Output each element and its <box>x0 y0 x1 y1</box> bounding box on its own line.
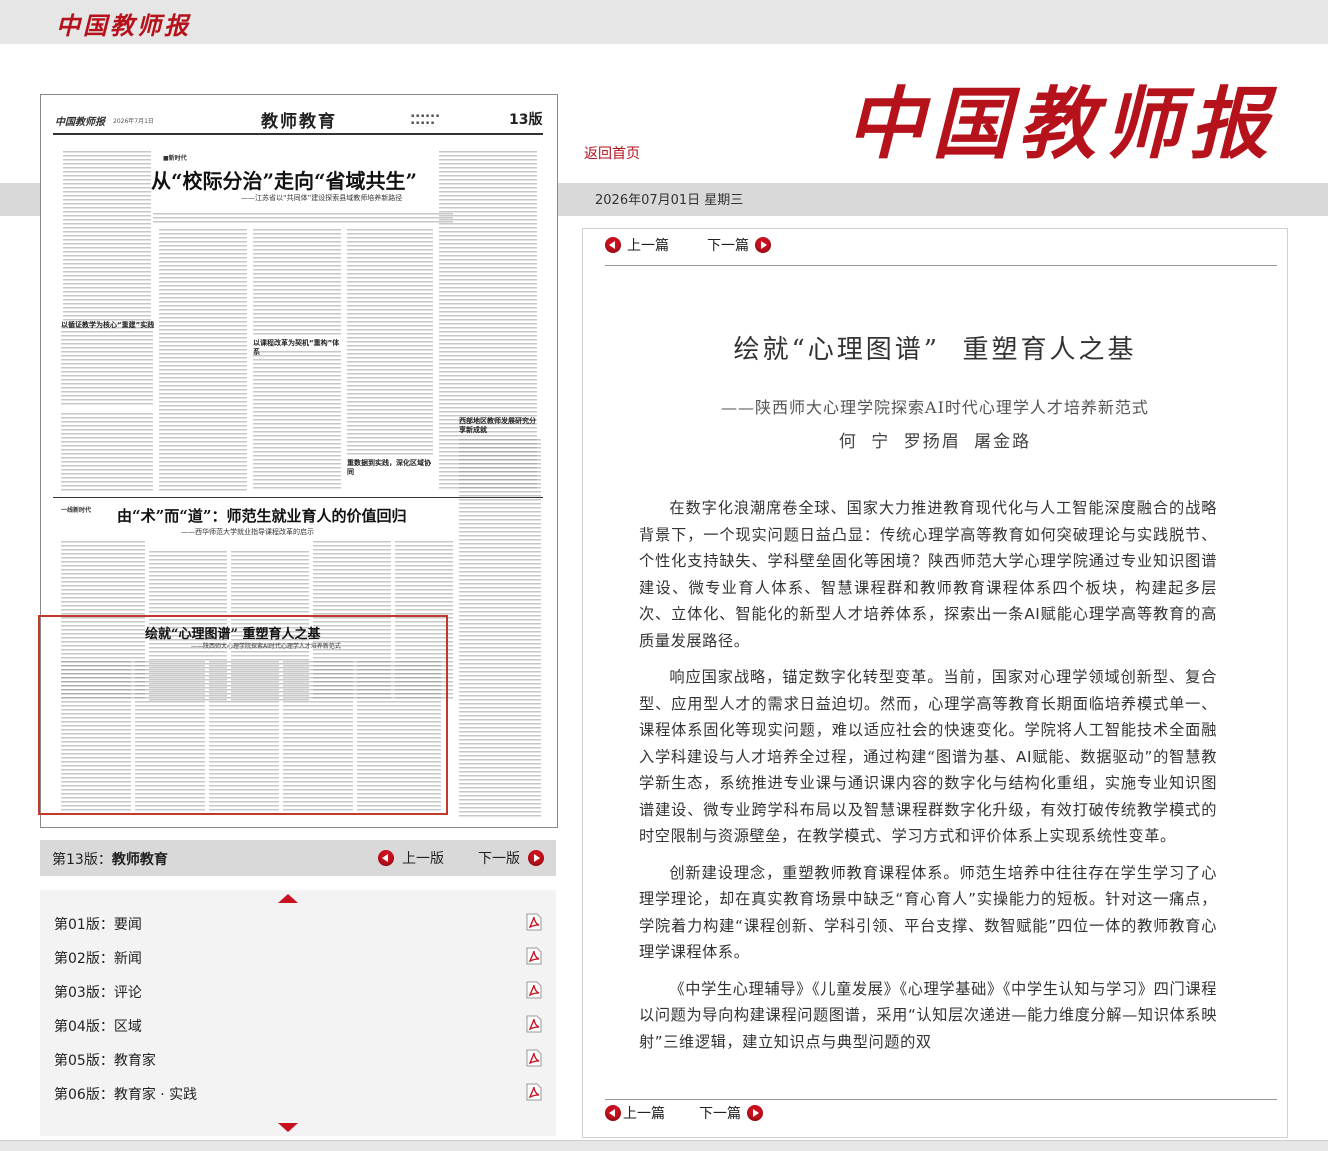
left-arrow-icon <box>605 1105 621 1121</box>
next-article-button[interactable]: 下一篇 <box>707 235 771 255</box>
paper-tag: ■新时代 <box>163 155 187 162</box>
article-subtitle: ——陕西师大心理学院探索AI时代心理学人才培养新范式 <box>721 398 1149 417</box>
left-arrow-icon <box>605 237 621 253</box>
current-edition: 第13版：教师教育 <box>52 849 168 869</box>
prev-article-button-bottom[interactable]: 上一篇 <box>605 1103 665 1123</box>
text-column <box>347 229 433 455</box>
paper-date: 2026年7月1日 <box>113 118 154 125</box>
edition-list-item[interactable]: 第02版：新闻 <box>54 948 142 968</box>
text-block <box>153 213 453 225</box>
paper-tag: 一线新时代 <box>61 507 92 514</box>
home-link[interactable]: 返回首页 <box>584 143 640 163</box>
edition-pager: 第13版：教师教育 上一版 下一版 <box>40 840 556 876</box>
next-article-button-bottom[interactable]: 下一篇 <box>699 1103 763 1123</box>
article-paragraph: 创新建设理念，重塑教师教育课程体系。师范生培养中往往存在学生学习了心理学理论，却… <box>639 863 1217 962</box>
selected-article-highlight[interactable] <box>38 615 448 815</box>
pdf-icon[interactable] <box>526 913 542 931</box>
next-article-label: 下一篇 <box>699 1106 741 1122</box>
paper-headline-2-sub: ——西华师范大学就业指导课程改革的启示 <box>181 528 314 536</box>
article-bottom-rule <box>605 1099 1277 1100</box>
pdf-icon[interactable] <box>526 1049 542 1067</box>
paper-subhead: 重数据到实践，深化区域协同 <box>347 459 431 476</box>
edition-list-item[interactable]: 第05版：教育家 <box>54 1050 156 1070</box>
text-column <box>253 351 341 491</box>
scroll-up-icon[interactable] <box>278 894 298 903</box>
prev-edition-button[interactable]: 上一版 <box>378 848 444 868</box>
right-arrow-icon <box>528 850 544 866</box>
paper-headline-1-sub: ——江苏省以“共同体”建设探索县域教师培养新路径 <box>241 194 403 202</box>
prev-article-label: 上一篇 <box>623 1106 665 1122</box>
current-date: 2026年07月01日 星期三 <box>595 193 744 208</box>
text-column <box>159 229 247 491</box>
text-column <box>459 439 541 819</box>
edition-list: 第01版：要闻 第02版：新闻 第03版：评论 第04版：区域 第05版：教育家第06版… <box>40 890 556 1136</box>
edition-list-item[interactable]: 第01版：要闻 <box>54 914 142 934</box>
bottom-bar <box>0 1140 1328 1151</box>
pdf-icon[interactable] <box>526 1083 542 1101</box>
prev-article-label: 上一篇 <box>627 238 669 254</box>
paper-subhead: 以循证教学为核心“重建”实践 <box>61 321 155 329</box>
article-top-rule <box>605 265 1277 266</box>
paper-meta: ▪ ▪ ▪ ▪ ▪ ▪ ▪ ▪ ▪ ▪ ▪ <box>411 113 440 126</box>
right-arrow-icon <box>755 237 771 253</box>
scroll-down-icon[interactable] <box>278 1123 298 1132</box>
next-edition-label: 下一版 <box>478 851 520 867</box>
paper-masthead: 中国教师报 <box>55 117 105 128</box>
pdf-icon[interactable] <box>526 981 542 999</box>
edition-prefix: 第13版： <box>52 852 112 868</box>
pdf-icon[interactable] <box>526 1015 542 1033</box>
article-authors: 何 宁 罗扬眉 屠金路 <box>838 432 1032 452</box>
article-panel: 上一篇 下一篇 绘就“心理图谱” 重塑育人之基 ——陕西师大心理学院探索AI时代… <box>582 228 1288 1138</box>
edition-list-item[interactable]: 第03版：评论 <box>54 982 142 1002</box>
paper-headline-2[interactable]: 由“术”而“道”：师范生就业育人的价值回归 <box>117 505 407 526</box>
left-arrow-icon <box>378 850 394 866</box>
pdf-icon[interactable] <box>526 947 542 965</box>
text-column <box>61 413 153 491</box>
top-bar: 中国教师报 <box>0 0 1328 44</box>
text-column <box>61 327 153 407</box>
next-edition-button[interactable]: 下一版 <box>478 848 544 868</box>
right-arrow-icon <box>747 1105 763 1121</box>
article-paragraph: 响应国家战略，锚定数字化转型变革。当前，国家对心理学领域创新型、复合型、应用型人… <box>639 668 1217 845</box>
prev-edition-label: 上一版 <box>402 851 444 867</box>
text-column <box>63 151 151 321</box>
paper-section-title: 教师教育 <box>261 112 337 132</box>
prev-article-button[interactable]: 上一篇 <box>605 235 669 255</box>
next-article-label: 下一篇 <box>707 238 749 254</box>
site-logo-large: 中国教师报 <box>846 79 1277 170</box>
article-body: 在数字化浪潮席卷全球、国家大力推进教育现代化与人工智能深度融合的战略背景下，一个… <box>639 495 1217 1085</box>
paper-sidebox-title[interactable]: 西部地区教师发展研究分享新成就 <box>459 417 539 435</box>
paper-headline-1[interactable]: 从“校际分治”走向“省域共生” <box>151 165 417 194</box>
edition-name: 教师教育 <box>111 852 168 868</box>
paper-rule <box>53 133 543 135</box>
site-logo-small[interactable]: 中国教师报 <box>56 6 191 41</box>
edition-list-item[interactable]: 第04版：区域 <box>54 1016 142 1036</box>
paper-page-number: 13版 <box>509 112 543 128</box>
text-column <box>253 229 341 335</box>
article-paragraph: 在数字化浪潮席卷全球、国家大力推进教育现代化与人工智能深度融合的战略背景下，一个… <box>639 499 1217 650</box>
edition-list-item[interactable]: 第06版：教育家 · 实践 <box>54 1084 197 1104</box>
article-title: 绘就“心理图谱” 重塑育人之基 <box>733 335 1137 365</box>
article-paragraph: 《中学生心理辅导》《儿童发展》《心理学基础》《中学生认知与学习》四门课程以问题为… <box>639 979 1217 1051</box>
